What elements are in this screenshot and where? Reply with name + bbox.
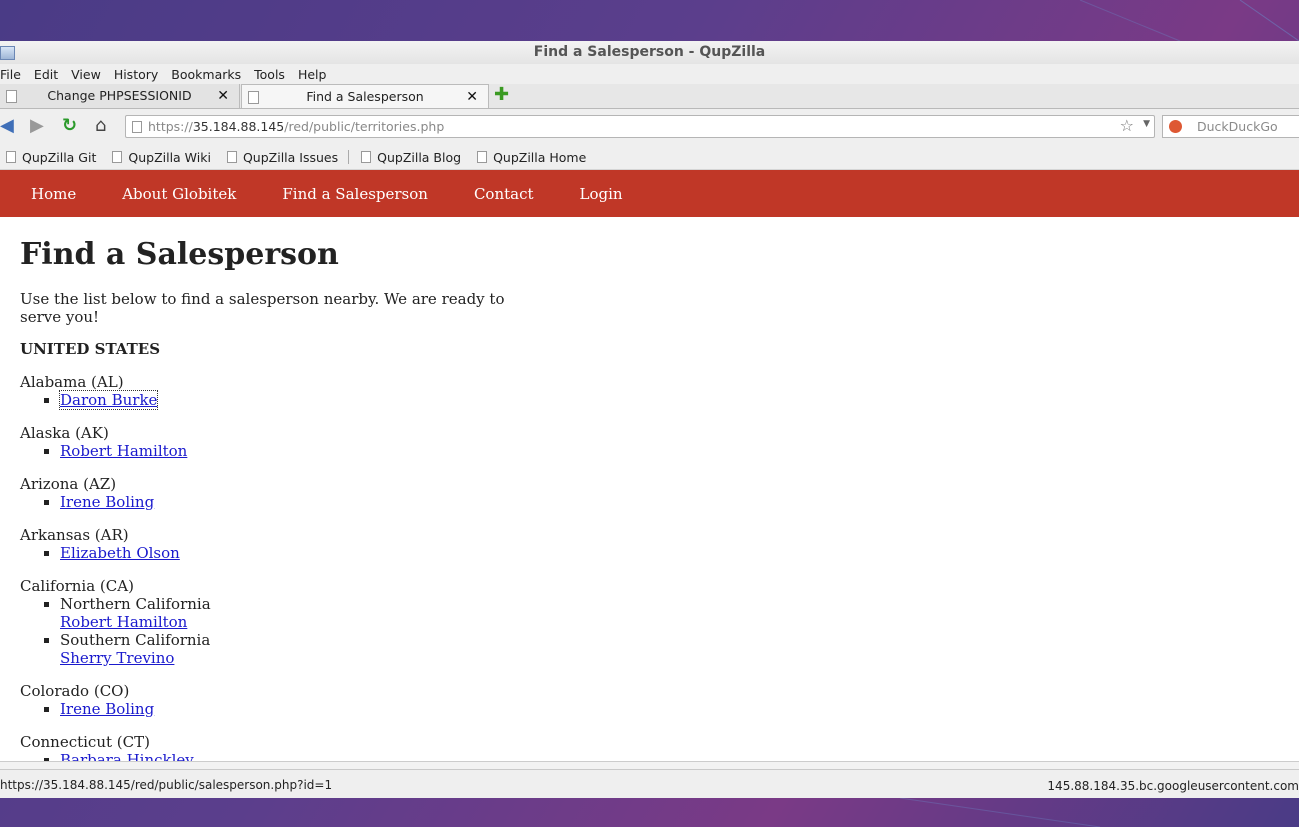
menu-view[interactable]: View [71,67,108,82]
bookmarks-toolbar: QupZilla Git QupZilla Wiki QupZilla Issu… [0,145,1299,170]
salesperson-link[interactable]: Irene Boling [60,700,154,718]
menu-tools[interactable]: Tools [254,67,292,82]
state-block: Alaska (AK) Robert Hamilton [20,424,1279,460]
salesperson-link[interactable]: Elizabeth Olson [60,544,180,562]
list-item: Elizabeth Olson [60,544,1279,562]
tab-label: Find a Salesperson [306,89,424,104]
salesperson-link[interactable]: Robert Hamilton [60,613,187,631]
page-content: Find a Salesperson Use the list below to… [0,237,1299,761]
address-bar[interactable]: https://35.184.88.145/red/public/territo… [125,115,1155,138]
page-icon [477,151,488,163]
browser-window: Find a Salesperson - QupZilla File Edit … [0,41,1299,798]
bookmark-qupzilla-wiki[interactable]: QupZilla Wiki [106,150,211,165]
state-name: Alabama (AL) [20,373,124,391]
menubar: File Edit View History Bookmarks Tools H… [0,64,1299,84]
state-block: Arizona (AZ) Irene Boling [20,475,1279,511]
state-block: Colorado (CO) Irene Boling [20,682,1279,718]
bookmark-qupzilla-home[interactable]: QupZilla Home [471,150,586,165]
bookmark-qupzilla-git[interactable]: QupZilla Git [0,150,96,165]
page-icon [361,151,372,163]
tab-label: Change PHPSESSIONID [47,88,192,103]
menu-help[interactable]: Help [298,67,334,82]
salesperson-link[interactable]: Daron Burke [58,390,159,410]
bookmark-star-icon[interactable]: ☆ [1120,116,1134,135]
navigation-toolbar: ◀ ▶ ↻ ⌂ https://35.184.88.145/red/public… [0,109,1299,145]
state-name: Arizona (AZ) [20,475,117,493]
state-name: Arkansas (AR) [20,526,129,544]
nav-login-link[interactable]: Login [580,185,623,203]
page-icon [112,151,123,163]
region-name: Southern California [60,631,211,649]
new-tab-icon[interactable]: ✚ [494,85,509,105]
bookmark-qupzilla-issues[interactable]: QupZilla Issues [221,150,338,165]
list-item: Barbara Hinckley [60,751,1279,761]
tab-find-a-salesperson[interactable]: Find a Salesperson ✕ [241,84,489,108]
intro-text: Use the list below to find a salesperson… [20,290,505,326]
nav-home-link[interactable]: Home [31,185,76,203]
state-name: Alaska (AK) [20,424,109,442]
reload-icon[interactable]: ↻ [62,116,77,136]
separator [348,150,350,164]
window-menu-icon[interactable] [0,46,15,60]
window-titlebar: Find a Salesperson - QupZilla [0,41,1299,64]
state-block: Arkansas (AR) Elizabeth Olson [20,526,1279,562]
status-bar: https://35.184.88.145/red/public/salespe… [0,769,1299,798]
page-icon [6,151,16,163]
list-item: Irene Boling [60,700,1279,718]
menu-bookmarks[interactable]: Bookmarks [171,67,248,82]
list-item: Northern CaliforniaRobert Hamilton [60,595,1279,631]
salesperson-link[interactable]: Barbara Hinckley [60,751,194,761]
duckduckgo-icon[interactable] [1169,120,1182,133]
page-icon [132,121,142,133]
state-block: Alabama (AL) Daron Burke [20,373,1279,410]
page-title: Find a Salesperson [20,237,339,272]
country-heading: UNITED STATES [20,340,161,358]
address-url[interactable]: https://35.184.88.145/red/public/territo… [148,119,444,134]
tab-close-icon[interactable]: ✕ [466,85,478,109]
status-link-url: https://35.184.88.145/red/public/salespe… [0,778,333,792]
web-page: Home About Globitek Find a Salesperson C… [0,170,1299,761]
salesperson-link[interactable]: Irene Boling [60,493,154,511]
forward-icon[interactable]: ▶ [30,116,44,136]
list-item: Southern CaliforniaSherry Trevino [60,631,1279,667]
nav-find-salesperson-link[interactable]: Find a Salesperson [282,185,428,203]
status-host: 145.88.184.35.bc.googleusercontent.com [1047,779,1299,793]
state-block: California (CA) Northern CaliforniaRober… [20,577,1279,667]
salesperson-link[interactable]: Sherry Trevino [60,649,174,667]
search-placeholder: DuckDuckGo [1197,119,1278,134]
menu-file[interactable]: File [0,67,28,82]
region-name: Northern California [60,595,211,613]
chevron-down-icon[interactable]: ▼ [1143,119,1150,129]
menu-edit[interactable]: Edit [34,67,65,82]
state-name: Connecticut (CT) [20,733,150,751]
list-item: Irene Boling [60,493,1279,511]
state-name: California (CA) [20,577,134,595]
tab-bar: Change PHPSESSIONID ✕ Find a Salesperson… [0,84,1299,109]
tab-close-icon[interactable]: ✕ [217,84,229,108]
tab-change-phpsessionid[interactable]: Change PHPSESSIONID ✕ [0,84,240,108]
list-item: Daron Burke [58,390,1279,410]
menu-history[interactable]: History [114,67,165,82]
list-item: Robert Hamilton [60,442,1279,460]
bookmark-qupzilla-blog[interactable]: QupZilla Blog [348,150,461,165]
search-box[interactable]: DuckDuckGo [1162,115,1299,138]
home-icon[interactable]: ⌂ [95,116,106,136]
state-name: Colorado (CO) [20,682,130,700]
state-block: Connecticut (CT) Barbara Hinckley [20,733,1279,761]
site-navigation: Home About Globitek Find a Salesperson C… [0,170,1299,217]
back-icon[interactable]: ◀ [0,116,14,136]
nav-contact-link[interactable]: Contact [474,185,534,203]
page-icon [226,151,237,163]
nav-about-link[interactable]: About Globitek [122,185,236,203]
window-title: Find a Salesperson - QupZilla [533,44,766,60]
salesperson-link[interactable]: Robert Hamilton [60,442,187,460]
